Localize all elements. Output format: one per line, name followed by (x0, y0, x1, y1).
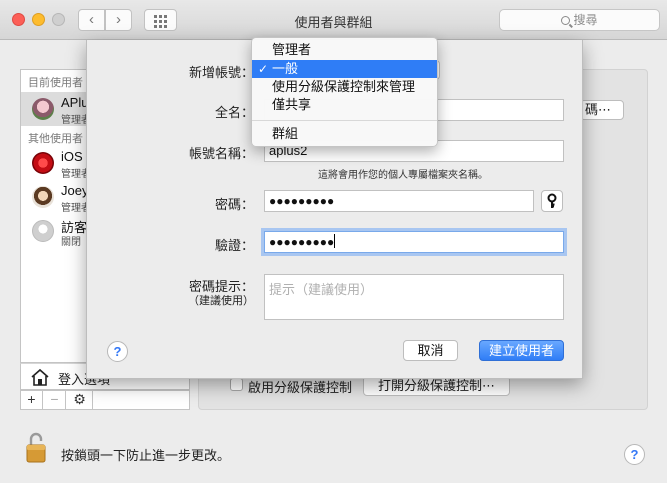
password-hint-sublabel: （建議使用） (188, 295, 254, 307)
change-password-button[interactable]: 碼⋯ (580, 100, 624, 120)
menu-item-label: 群組 (272, 126, 299, 141)
password-hint-placeholder: 提示（建議使用） (269, 282, 374, 297)
password-assistant-button[interactable] (541, 190, 563, 212)
avatar (32, 220, 54, 242)
text-caret (334, 234, 336, 248)
plus-icon: + (27, 391, 36, 407)
remove-user-button[interactable]: − (44, 391, 66, 409)
key-icon (547, 193, 557, 208)
account-type-menu: 管理者 ✓ 一般 使用分級保護控制來管理 僅共享 群組 (251, 37, 438, 147)
cancel-button[interactable]: 取消 (403, 340, 458, 361)
current-users-header: 目前使用者 (28, 77, 83, 89)
menu-item-label: 管理者 (272, 42, 312, 57)
lock-instruction-text: 按鎖頭一下防止進一步更改。 (61, 448, 231, 463)
search-placeholder: 搜尋 (573, 13, 598, 27)
minus-icon: − (50, 391, 59, 407)
menu-item-group[interactable]: 群組 (252, 125, 437, 143)
avatar (32, 186, 54, 208)
password-field[interactable]: ●●●●●●●●● (264, 190, 534, 212)
parental-controls-label: 啟用分級保護控制 (248, 380, 353, 395)
menu-item-managed-parental[interactable]: 使用分級保護控制來管理 (252, 78, 437, 96)
full-name-label: 全名： (214, 105, 254, 120)
account-name-hint: 這將會用作您的個人專屬檔案夾名稱。 (318, 170, 488, 181)
open-parental-controls-button[interactable]: 打開分級保護控制⋯ (363, 376, 510, 396)
menu-separator (252, 120, 437, 121)
password-hint-field[interactable]: 提示（建議使用） (264, 274, 564, 320)
menu-item-administrator[interactable]: 管理者 (252, 41, 437, 59)
menu-item-label: 使用分級保護控制來管理 (272, 79, 416, 94)
verify-value: ●●●●●●●●● (269, 235, 335, 249)
search-field[interactable]: 搜尋 (499, 9, 660, 31)
user-list-toolbar: + − ⚙ (20, 390, 190, 410)
verify-label: 驗證： (214, 238, 254, 253)
new-account-label: 新增帳號： (188, 65, 254, 80)
avatar (32, 152, 54, 174)
parental-controls-checkbox[interactable] (230, 378, 243, 391)
other-users-header: 其他使用者 (28, 133, 83, 145)
help-button[interactable]: ? (624, 444, 645, 465)
menu-item-label: 一般 (272, 61, 299, 76)
user-name: Joey (61, 183, 89, 198)
menu-item-standard[interactable]: ✓ 一般 (252, 60, 437, 78)
house-icon (31, 368, 49, 386)
search-icon (561, 16, 571, 25)
user-name: iOS (61, 149, 83, 164)
checkmark-icon: ✓ (258, 62, 269, 76)
menu-item-label: 僅共享 (272, 97, 312, 112)
question-icon: ? (113, 344, 122, 359)
question-icon: ? (630, 447, 639, 462)
user-role: 關閉 (61, 237, 81, 248)
avatar (32, 98, 54, 120)
action-menu-button[interactable]: ⚙ (67, 391, 93, 409)
password-label: 密碼： (214, 197, 254, 212)
sheet-help-button[interactable]: ? (107, 341, 128, 362)
title-bar: ‹ › 使用者與群組 搜尋 (0, 0, 667, 40)
lock-icon[interactable] (26, 431, 46, 463)
menu-item-sharing-only[interactable]: 僅共享 (252, 96, 437, 114)
add-user-button[interactable]: + (21, 391, 43, 409)
account-name-label: 帳號名稱： (188, 146, 254, 161)
verify-password-field[interactable]: ●●●●●●●●● (264, 231, 564, 253)
create-user-button[interactable]: 建立使用者 (479, 340, 564, 361)
gear-icon: ⚙ (73, 391, 86, 407)
